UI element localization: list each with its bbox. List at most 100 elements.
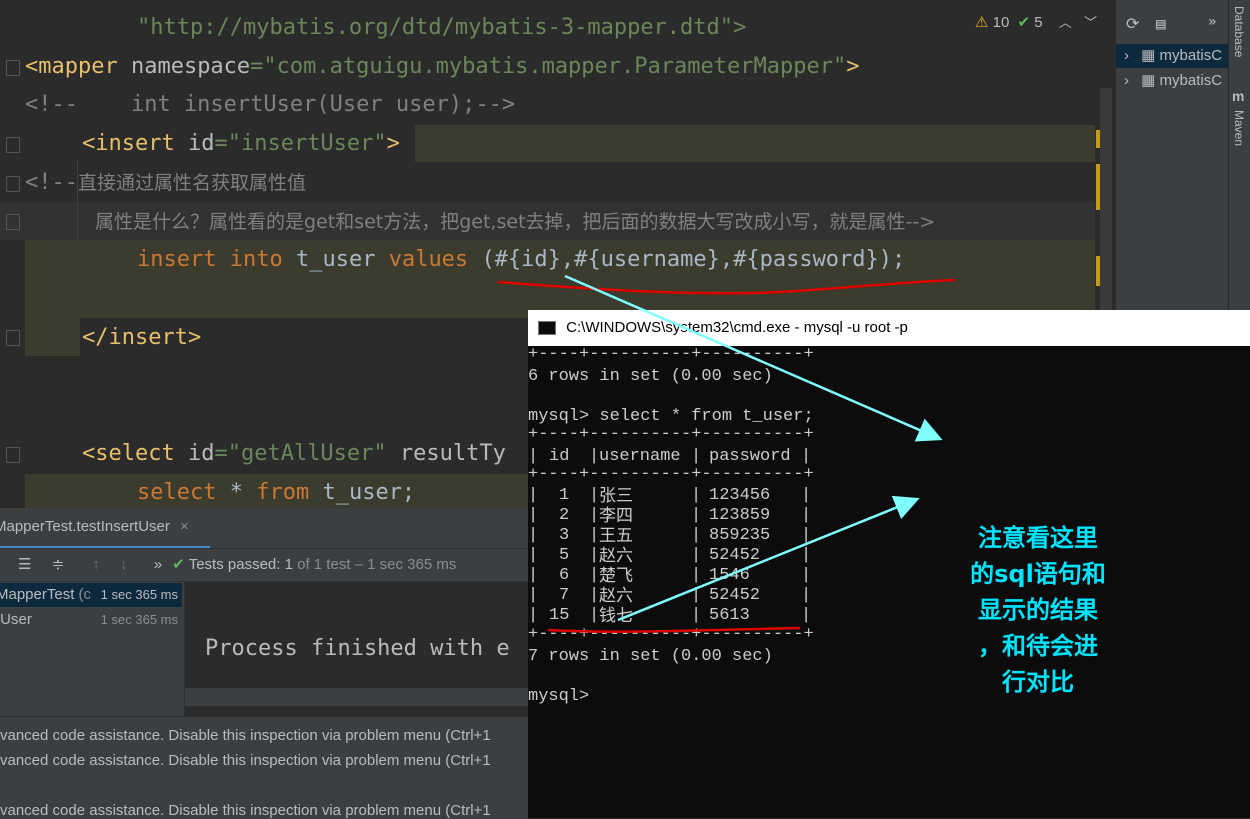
refresh-icon[interactable]: ⟳ [1126, 14, 1139, 33]
line-highlight [25, 318, 80, 356]
table-body: | 1 | 张三 | 123456 | | 2 | 李四 | 123859 | | 3 | 王五 | 859235 | |… [528, 486, 828, 636]
table-border: | [528, 566, 539, 585]
table-border: +----+----------+----------+ [528, 465, 814, 484]
chevron-down-icon[interactable]: ﹀ [1084, 15, 1097, 30]
more-icon[interactable]: » [1208, 14, 1216, 30]
note-line: 行对比 [1002, 668, 1074, 696]
console-output[interactable]: Process finished with e [184, 582, 529, 716]
fold-marker-icon[interactable] [6, 214, 20, 230]
problem-item[interactable]: vanced code assistance. Disable this ins… [0, 752, 491, 769]
weak-warning-count: 5 [1034, 14, 1043, 31]
cmd-title: C:\WINDOWS\system32\cmd.exe - mysql -u r… [566, 319, 908, 336]
prompt-line: mysql> [528, 687, 590, 706]
cell-username: 钱七 [599, 606, 633, 626]
cell-username: 张三 [599, 486, 633, 506]
cmd-title-bar[interactable]: C:\WINDOWS\system32\cmd.exe - mysql -u r… [528, 310, 1250, 346]
arrow-down-icon[interactable]: ↓ [120, 556, 128, 573]
table-border: | [801, 486, 812, 505]
cell-username: 赵六 [599, 546, 633, 566]
run-panel: MapperTest.testInsertUser × ☰ ≑ ↑ ↓ » ✔ … [0, 508, 529, 819]
folder-icon[interactable]: ▤ [1156, 14, 1166, 33]
cell-password: 52452 [709, 546, 761, 565]
close-icon[interactable]: × [180, 518, 189, 535]
query-line: mysql> select * from t_user; [528, 407, 814, 426]
line-highlight [415, 125, 1095, 162]
arrow-up-icon[interactable]: ↑ [92, 556, 100, 573]
table-border: | [801, 546, 812, 565]
cell-username: 赵六 [599, 586, 633, 606]
tab-database[interactable]: Database [1232, 6, 1246, 57]
table-border: | [691, 486, 702, 505]
chevron-right-icon: › [1124, 72, 1129, 89]
inspection-widget[interactable]: ⚠ 10 ✔ 5 ︿ ﹀ [975, 12, 1097, 31]
tab-run[interactable]: MapperTest.testInsertUser × [0, 508, 210, 549]
module-icon: ▦ [1141, 72, 1156, 89]
note-line: 注意看这里 [978, 524, 1098, 552]
note-line: 的sql语句和 [970, 560, 1106, 588]
maven-icon: m [1232, 88, 1245, 104]
warning-icon: ⚠ [975, 14, 989, 31]
table-border: | [691, 586, 702, 605]
table-border: | [589, 606, 600, 625]
code-line-5: <!--直接通过属性名获取属性值 [25, 170, 306, 195]
test-tree-item[interactable]: tUser 1 sec 365 ms [0, 608, 182, 632]
collapse-all-icon[interactable]: ≑ [52, 556, 65, 573]
test-tree-item[interactable]: MapperTest (c 1 sec 365 ms [0, 583, 182, 607]
more-icon[interactable]: » [154, 556, 162, 573]
code-line-9: </insert> [82, 325, 202, 350]
fold-marker-icon[interactable] [6, 137, 20, 153]
console-scrollbar[interactable] [185, 688, 529, 706]
fold-marker-icon[interactable] [6, 330, 20, 346]
code-line-1: "http://mybatis.org/dtd/mybatis-3-mapper… [137, 15, 747, 40]
table-border: | [691, 606, 702, 625]
table-border: +----+----------+----------+ [528, 345, 814, 364]
tree-item-mybatis[interactable]: › ▦ mybatisC [1124, 69, 1222, 93]
table-border: | [691, 566, 702, 585]
cmd-output: +----+----------+----------+ 6 rows in s… [528, 345, 1250, 818]
table-border: | [801, 606, 812, 625]
table-border: | [801, 566, 812, 585]
table-border: +----+----------+----------+ [528, 625, 814, 644]
test-status-detail: of 1 test – 1 sec 365 ms [297, 556, 457, 573]
cmd-icon [538, 321, 556, 336]
tree-item-mybatis[interactable]: › ▦ mybatisC [1116, 44, 1239, 68]
chevron-up-icon[interactable]: ︿ [1059, 15, 1072, 30]
code-line-3: <!-- int insertUser(User user);--> [25, 92, 516, 117]
cell-password: 52452 [709, 586, 761, 605]
problem-item[interactable]: vanced code assistance. Disable this ins… [0, 802, 491, 819]
code-line-2: <mapper namespace="com.atguigu.mybatis.m… [25, 54, 860, 79]
code-line-12: <select id="getAllUser" resultTy [82, 441, 506, 466]
editor-scrollbar[interactable] [1100, 88, 1112, 318]
table-border: | [589, 486, 600, 505]
chevron-right-icon: › [1124, 47, 1129, 64]
cell-username: 楚飞 [599, 566, 633, 586]
problem-item[interactable]: vanced code assistance. Disable this ins… [0, 727, 491, 744]
expand-all-icon[interactable]: ☰ [18, 556, 31, 573]
table-border: | [528, 586, 539, 605]
run-toolbar: ☰ ≑ ↑ ↓ » ✔ Tests passed: 1 of 1 test – … [0, 548, 528, 582]
cell-password: 123456 [709, 486, 771, 505]
table-header-row: | id | username | password | [528, 447, 812, 466]
note-line: ，和待会进 [978, 632, 1098, 660]
cell-id: 3 [559, 526, 570, 545]
module-icon: ▦ [1141, 47, 1156, 64]
table-border: | [589, 546, 600, 565]
cell-username: 李四 [599, 506, 633, 526]
table-border: | [528, 526, 539, 545]
table-border: +----+----------+----------+ [528, 425, 814, 444]
tab-maven[interactable]: Maven [1232, 110, 1246, 146]
table-border: | [801, 526, 812, 545]
fold-marker-icon[interactable] [6, 176, 20, 192]
cmd-window[interactable]: C:\WINDOWS\system32\cmd.exe - mysql -u r… [528, 310, 1250, 818]
cell-id: 6 [559, 566, 570, 585]
problems-list: vanced code assistance. Disable this ins… [0, 716, 528, 819]
table-border: | [801, 586, 812, 605]
fold-marker-icon[interactable] [6, 447, 20, 463]
cell-password: 123859 [709, 506, 771, 525]
code-line-13: select * from t_user; [137, 480, 416, 505]
note-line: 显示的结果 [978, 596, 1098, 624]
code-line-7: insert into t_user values (#{id},#{usern… [137, 247, 906, 272]
table-border: | [589, 506, 600, 525]
fold-marker-icon[interactable] [6, 60, 20, 76]
table-border: | [589, 586, 600, 605]
